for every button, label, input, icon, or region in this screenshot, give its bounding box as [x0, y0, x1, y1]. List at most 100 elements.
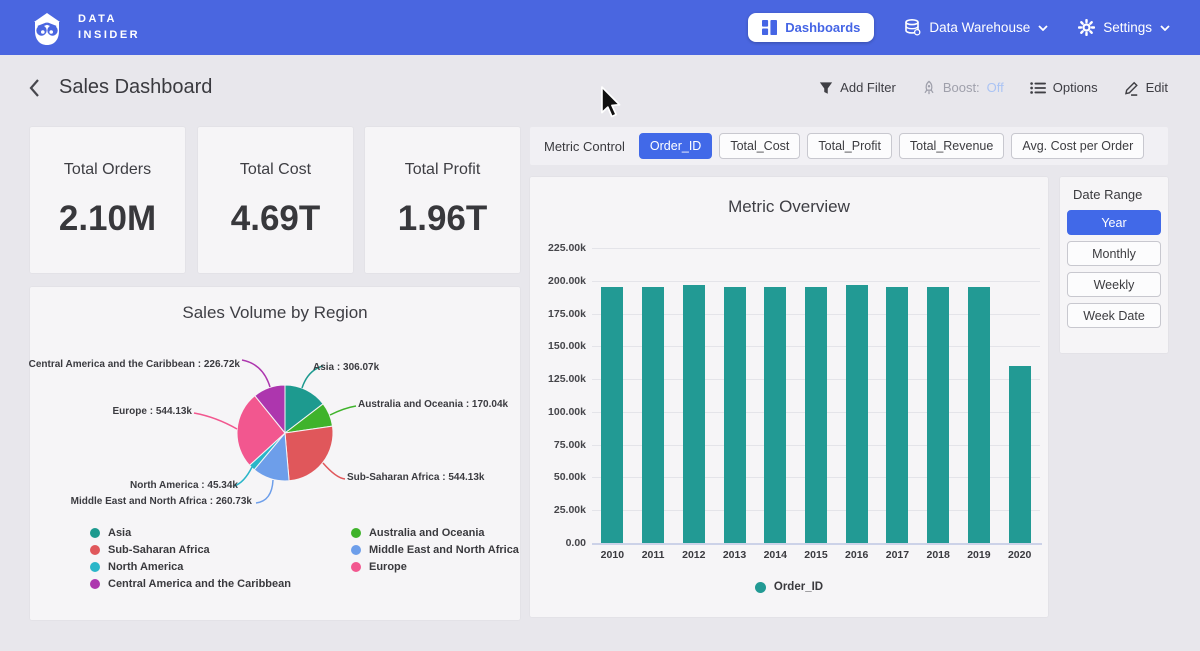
- add-filter-button[interactable]: Add Filter: [819, 80, 896, 95]
- bar-chart-legend-item[interactable]: Order_ID: [530, 581, 1048, 593]
- metric-button-total-revenue[interactable]: Total_Revenue: [899, 133, 1004, 159]
- edit-button[interactable]: Edit: [1124, 80, 1168, 96]
- y-axis-tick-label: 150.00k: [530, 340, 586, 352]
- y-axis-tick-label: 200.00k: [530, 275, 586, 287]
- brand: DATA INSIDER: [28, 9, 140, 47]
- brand-text-line1: DATA: [78, 12, 140, 27]
- y-axis-tick-label: 0.00: [530, 537, 586, 549]
- filter-funnel-icon: [819, 81, 833, 95]
- pencil-icon: [1124, 80, 1139, 96]
- kpi-value: 4.69T: [231, 199, 321, 239]
- y-axis-tick-label: 25.00k: [530, 504, 586, 516]
- x-axis-tick-label: 2017: [877, 549, 918, 561]
- pie-leader-line: [242, 360, 270, 387]
- bar-2018[interactable]: [927, 287, 949, 543]
- pie-legend-column: Asia Sub-Saharan Africa North America Centr…: [90, 527, 291, 590]
- bar-2016[interactable]: [846, 285, 868, 543]
- bar-2011[interactable]: [642, 287, 664, 543]
- date-range-button-weekly[interactable]: Weekly: [1067, 272, 1161, 297]
- brand-text-line2: INSIDER: [78, 28, 140, 43]
- date-range-button-week-date[interactable]: Week Date: [1067, 303, 1161, 328]
- pie-leader-line: [330, 406, 356, 415]
- kpi-label: Total Orders: [64, 161, 151, 179]
- date-range-button-monthly[interactable]: Monthly: [1067, 241, 1161, 266]
- pie-callout-label: North America : 45.34k: [130, 480, 238, 491]
- dashboards-label: Dashboards: [785, 20, 860, 35]
- x-axis-tick-label: 2010: [592, 549, 633, 561]
- owl-logo-icon: [28, 9, 66, 47]
- kpi-card-total-cost: Total Cost 4.69T: [198, 127, 353, 273]
- options-button[interactable]: Options: [1030, 80, 1098, 95]
- legend-dot: [351, 545, 361, 555]
- x-axis-tick-label: 2013: [714, 549, 755, 561]
- metric-control-label: Metric Control: [544, 139, 625, 154]
- metric-button-total-cost[interactable]: Total_Cost: [719, 133, 800, 159]
- settings-menu[interactable]: Settings: [1078, 19, 1170, 36]
- x-axis-tick-label: 2012: [673, 549, 714, 561]
- edit-label: Edit: [1146, 80, 1168, 95]
- legend-label: Asia: [108, 527, 131, 539]
- kpi-card-total-profit: Total Profit 1.96T: [365, 127, 520, 273]
- kpi-label: Total Profit: [405, 161, 481, 179]
- bar-2020[interactable]: [1009, 366, 1031, 543]
- database-icon: [904, 19, 921, 36]
- settings-label: Settings: [1103, 20, 1152, 35]
- bar-2015[interactable]: [805, 287, 827, 543]
- legend-label: Sub-Saharan Africa: [108, 544, 210, 556]
- x-axis-tick-label: 2018: [918, 549, 959, 561]
- pie-legend-item[interactable]: Middle East and North Africa: [351, 544, 519, 556]
- bar-2014[interactable]: [764, 287, 786, 543]
- pie-callout-label: Europe : 544.13k: [113, 406, 192, 417]
- pie-legend-item[interactable]: Australia and Oceania: [351, 527, 519, 539]
- pie-legend-item[interactable]: Sub-Saharan Africa: [90, 544, 291, 556]
- legend-dot: [755, 582, 766, 593]
- pie-leader-line: [323, 463, 345, 479]
- metric-button-total-profit[interactable]: Total_Profit: [807, 133, 892, 159]
- x-axis-tick-label: 2019: [959, 549, 1000, 561]
- bar-2013[interactable]: [724, 287, 746, 543]
- options-label: Options: [1053, 80, 1098, 95]
- y-axis-tick-label: 125.00k: [530, 373, 586, 385]
- y-axis-tick-label: 50.00k: [530, 471, 586, 483]
- x-axis-tick-label: 2014: [755, 549, 796, 561]
- dashboards-button[interactable]: Dashboards: [748, 13, 874, 42]
- pie-legend-column: Australia and Oceania Middle East and Nor…: [351, 527, 519, 590]
- date-range-button-year[interactable]: Year: [1067, 210, 1161, 235]
- pie-callout-label: Sub-Saharan Africa : 544.13k: [347, 472, 484, 483]
- pie-slice-sub-saharan-africa[interactable]: [285, 426, 333, 481]
- pie-legend-item[interactable]: Europe: [351, 561, 519, 573]
- date-range-panel: Date Range YearMonthlyWeeklyWeek Date: [1060, 177, 1168, 353]
- bar-2012[interactable]: [683, 285, 705, 543]
- dashboard-header: Sales Dashboard Add Filter Boost: Off: [0, 55, 1200, 120]
- pie-leader-line: [194, 413, 237, 429]
- kpi-card-total-orders: Total Orders 2.10M: [30, 127, 185, 273]
- gridline: [592, 248, 1040, 249]
- boost-state: Off: [987, 80, 1004, 95]
- legend-dot: [90, 562, 100, 572]
- pie-leader-line: [256, 480, 273, 503]
- y-axis-tick-label: 225.00k: [530, 242, 586, 254]
- x-axis-tick-label: 2015: [796, 549, 837, 561]
- pie-callout-label: Asia : 306.07k: [313, 362, 379, 373]
- pie-callout-label: Middle East and North Africa : 260.73k: [71, 496, 252, 507]
- bar-2017[interactable]: [886, 287, 908, 543]
- pie-legend-item[interactable]: Central America and the Caribbean: [90, 578, 291, 590]
- metric-button-avg-cost-per-order[interactable]: Avg. Cost per Order: [1011, 133, 1144, 159]
- data-warehouse-menu[interactable]: Data Warehouse: [904, 19, 1048, 36]
- bar-2019[interactable]: [968, 287, 990, 543]
- back-button[interactable]: [28, 78, 41, 98]
- pie-legend-item[interactable]: Asia: [90, 527, 291, 539]
- legend-dot: [351, 528, 361, 538]
- rocket-icon: [922, 80, 936, 96]
- boost-toggle[interactable]: Boost: Off: [922, 80, 1004, 96]
- pie-legend-item[interactable]: North America: [90, 561, 291, 573]
- metric-button-order-id[interactable]: Order_ID: [639, 133, 712, 159]
- chevron-down-icon: [1160, 25, 1170, 31]
- x-axis-tick-label: 2011: [633, 549, 674, 561]
- legend-label: Central America and the Caribbean: [108, 578, 291, 590]
- x-axis-line: [592, 543, 1042, 545]
- bar-2010[interactable]: [601, 287, 623, 543]
- metric-overview-chart: Metric Overview 0.0025.00k50.00k75.00k10…: [530, 177, 1048, 617]
- y-axis-tick-label: 75.00k: [530, 439, 586, 451]
- x-axis-tick-label: 2016: [836, 549, 877, 561]
